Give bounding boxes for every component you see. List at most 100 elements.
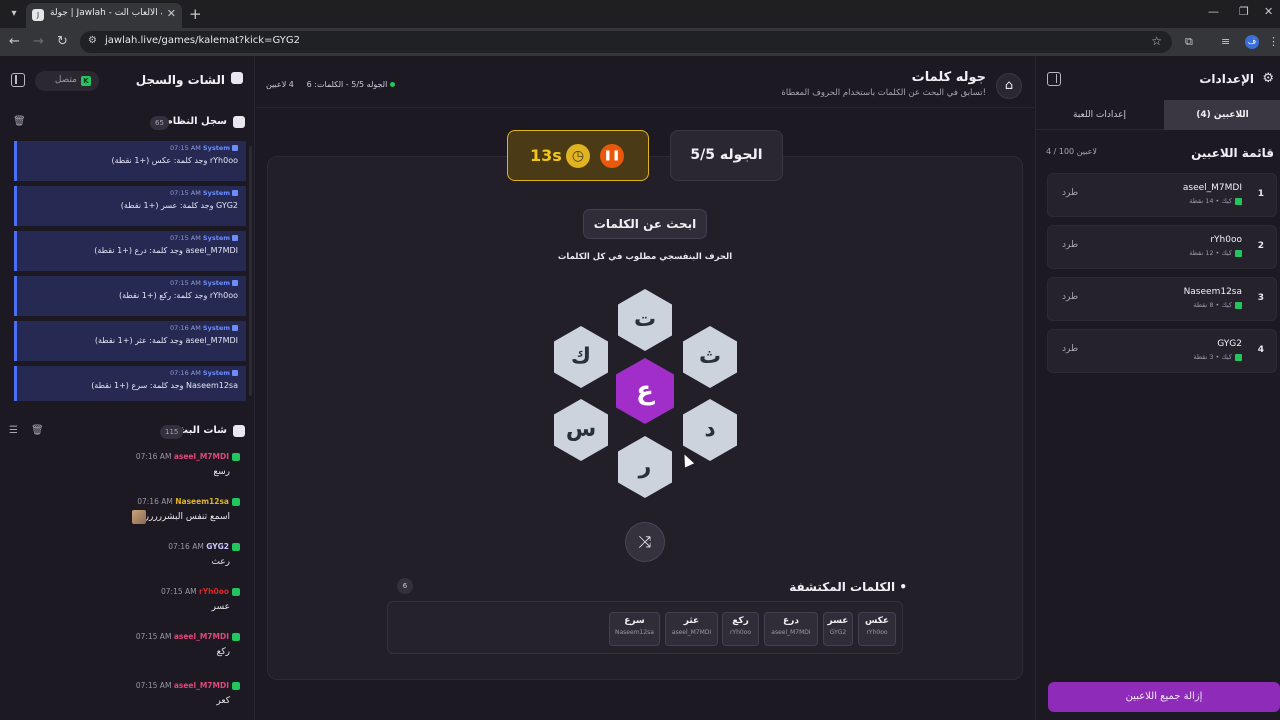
site-info-icon[interactable]: ⚙ (88, 35, 97, 46)
gear-icon: ⚙ (1262, 71, 1274, 86)
browser-tab[interactable]: J جولة | Jawlah - منصة الألعاب الت ✕ (26, 3, 182, 28)
chat-panel-header: الشات والسجل K متصل (0, 56, 255, 106)
collapse-panel-icon[interactable] (1047, 72, 1061, 86)
log-message: rYh0oo وجد كلمة: ركع (+1 نقطة) (118, 291, 238, 300)
kick-button[interactable]: طرد (1062, 292, 1078, 302)
log-message: Naseem12sa وجد كلمة: سرع (+1 نقطة) (91, 381, 238, 390)
chat-message: 07:16 AM GYG2 رعث (0, 542, 246, 586)
game-title: جوله كلمات (911, 70, 986, 85)
tab-game-settings[interactable]: إعدادات اللعبة (1041, 100, 1158, 130)
forward-icon[interactable]: → (33, 34, 44, 49)
chat-message: 07:15 AM aseel_M7MDI ركع (0, 632, 246, 676)
back-icon[interactable]: ← (9, 34, 20, 49)
system-log-title: سجل النظام (165, 116, 227, 127)
round-indicator: الجوله 5/5 (670, 130, 783, 181)
home-icon[interactable]: ⌂ (996, 73, 1022, 99)
chat-message: 07:16 AM aseel_M7MDI رسع (0, 452, 246, 496)
log-message: rYh0oo وجد كلمة: عكس (+1 نقطة) (111, 156, 238, 165)
log-scrollbar[interactable] (249, 146, 252, 396)
found-word-chip: عسر GYG2 (823, 612, 853, 646)
collapse-panel-icon[interactable] (11, 73, 25, 87)
found-words-count: 6 (397, 578, 413, 594)
online-dot-icon (390, 82, 396, 87)
chat-icon (231, 72, 243, 84)
pause-button[interactable]: ❚❚ (600, 144, 624, 168)
log-entry: 07:15 AM System rYh0oo وجد كلمة: ركع (+1… (14, 276, 246, 316)
kick-button[interactable]: طرد (1062, 188, 1078, 198)
maximize-icon[interactable]: ❐ (1239, 5, 1249, 18)
reload-icon[interactable]: ↻ (57, 34, 68, 49)
found-word-chip: سرع Naseem12sa (609, 612, 660, 646)
browser-tab-strip: ▾ J جولة | Jawlah - منصة الألعاب الت ✕ +… (0, 0, 1280, 28)
settings-panel: ⚙ الإعدادات اللاعبين (4) إعدادات اللعبة … (1035, 56, 1280, 720)
players-count: 4 / 100 لاعبين (1046, 147, 1097, 156)
chat-log-panel: الشات والسجل K متصل سجل النظام 65 🗑 07:1… (0, 56, 255, 720)
settings-title: الإعدادات (1199, 72, 1254, 86)
player-card: 2 rYh0oo كيك • 12 نقطة طرد (1047, 225, 1277, 269)
window-close-icon[interactable]: ✕ (1264, 5, 1273, 18)
url-text[interactable]: jawlah.live/games/kalemat?kick=GYG2 (105, 35, 300, 46)
address-bar-row: ← → ↻ ⚙ jawlah.live/games/kalemat?kick=G… (0, 28, 1280, 56)
shuffle-icon[interactable]: ⤨ (625, 522, 665, 562)
log-entry: 07:15 AM System rYh0oo وجد كلمة: عكس (+1… (14, 141, 246, 181)
round-word-info: الجوله 5/5 - الكلمات: 6 (306, 80, 388, 89)
avatar (132, 510, 146, 524)
media-icon[interactable]: ≡ (1221, 35, 1230, 48)
log-entry: 07:16 AM System Naseem12sa وجد كلمة: سرع… (14, 366, 246, 401)
players-list-title: قائمة اللاعبين (1191, 146, 1274, 160)
players-online: 4 لاعبين (266, 80, 294, 89)
game-area: ⌂ جوله كلمات تسابق في البحث عن الكلمات ب… (256, 56, 1034, 720)
connection-status-label: متصل (54, 75, 77, 85)
clock-icon: ◷ (566, 144, 590, 168)
chat-panel-title: الشات والسجل (135, 73, 225, 87)
kick-button[interactable]: طرد (1062, 344, 1078, 354)
log-message: GYG2 وجد كلمة: عسر (+1 نقطة) (120, 201, 238, 210)
menu-icon[interactable]: ⋮ (1268, 35, 1279, 48)
chat-message: 07:15 AM aseel_M7MDI كعر (0, 681, 246, 720)
found-word-chip: عثر aseel_M7MDI (665, 612, 718, 646)
found-word-chip: درع aseel_M7MDI (764, 612, 818, 646)
instruction-text: الحرف البنفسجي مطلوب في كل الكلمات (557, 252, 733, 262)
close-tab-icon[interactable]: ✕ (167, 7, 176, 20)
chat-message: 07:16 AM Naseem12sa اسمع تنفس البشرررررر (0, 497, 246, 541)
tab-search-dropdown-icon[interactable]: ▾ (6, 6, 22, 22)
chat-filter-icon[interactable]: ☰ (9, 425, 18, 436)
log-message: aseel_M7MDI وجد كلمة: درع (+1 نقطة) (94, 246, 238, 255)
profile-avatar[interactable]: ف (1245, 35, 1259, 49)
kick-button[interactable]: طرد (1062, 240, 1078, 250)
star-icon[interactable]: ☆ (1151, 34, 1162, 48)
log-message: aseel_M7MDI وجد كلمة: عثر (+1 نقطة) (94, 336, 238, 345)
omnibox[interactable]: ⚙ jawlah.live/games/kalemat?kick=GYG2 ☆ (80, 31, 1172, 53)
clear-log-trash-icon[interactable]: 🗑 (13, 116, 26, 127)
player-card: 4 GYG2 كيك • 3 نقطة طرد (1047, 329, 1277, 373)
system-log-count: 65 (150, 116, 169, 130)
live-chat-title: شات البث (178, 425, 227, 436)
timer-card: 13s ◷ ❚❚ (507, 130, 649, 181)
player-card: 1 aseel_M7MDI كيك • 14 نقطة طرد (1047, 173, 1277, 217)
clear-chat-trash-icon[interactable]: 🗑 (31, 425, 44, 436)
remove-all-players-button[interactable]: إزالة جميع اللاعبين (1048, 682, 1280, 712)
found-words-box: عكس rYh0oo عسر GYG2 درع aseel_M7MDI ركع rYh0… (387, 601, 903, 654)
chat-message: 07:15 AM rYh0oo عسر (0, 587, 246, 631)
find-words-button[interactable]: ابحث عن الكلمات (583, 209, 707, 239)
system-log-header: سجل النظام 65 🗑 (0, 108, 255, 138)
live-chat-header: شات البث 115 🗑 ☰ (0, 417, 255, 447)
found-word-chip: ركع rYh0oo (722, 612, 759, 646)
connection-status: K متصل (35, 71, 99, 91)
extensions-icon[interactable]: ⧉ (1185, 35, 1193, 49)
new-tab-icon[interactable]: + (189, 5, 202, 23)
live-chat-list: 07:16 AM aseel_M7MDI رسع 07:16 AM Naseem… (0, 452, 246, 720)
minimize-icon[interactable]: — (1208, 5, 1219, 18)
tab-title: جولة | Jawlah - منصة الألعاب الت (50, 8, 162, 18)
live-chat-icon (233, 425, 245, 437)
game-subtitle: تسابق في البحث عن الكلمات باستخدام الحرو… (781, 88, 986, 98)
found-words-title: الكلمات المكتشفة • (789, 580, 907, 594)
system-log-list: 07:15 AM System rYh0oo وجد كلمة: عكس (+1… (14, 141, 246, 401)
settings-tabs: اللاعبين (4) إعدادات اللعبة (1036, 100, 1280, 130)
tab-players[interactable]: اللاعبين (4) (1164, 100, 1280, 130)
timer-value: 13s (530, 146, 562, 165)
system-log-icon (233, 116, 245, 128)
game-stats: الجوله 5/5 - الكلمات: 6 4 لاعبين (266, 80, 396, 89)
kick-icon: K (81, 76, 91, 86)
player-card: 3 Naseem12sa كيك • 8 نقطة طرد (1047, 277, 1277, 321)
